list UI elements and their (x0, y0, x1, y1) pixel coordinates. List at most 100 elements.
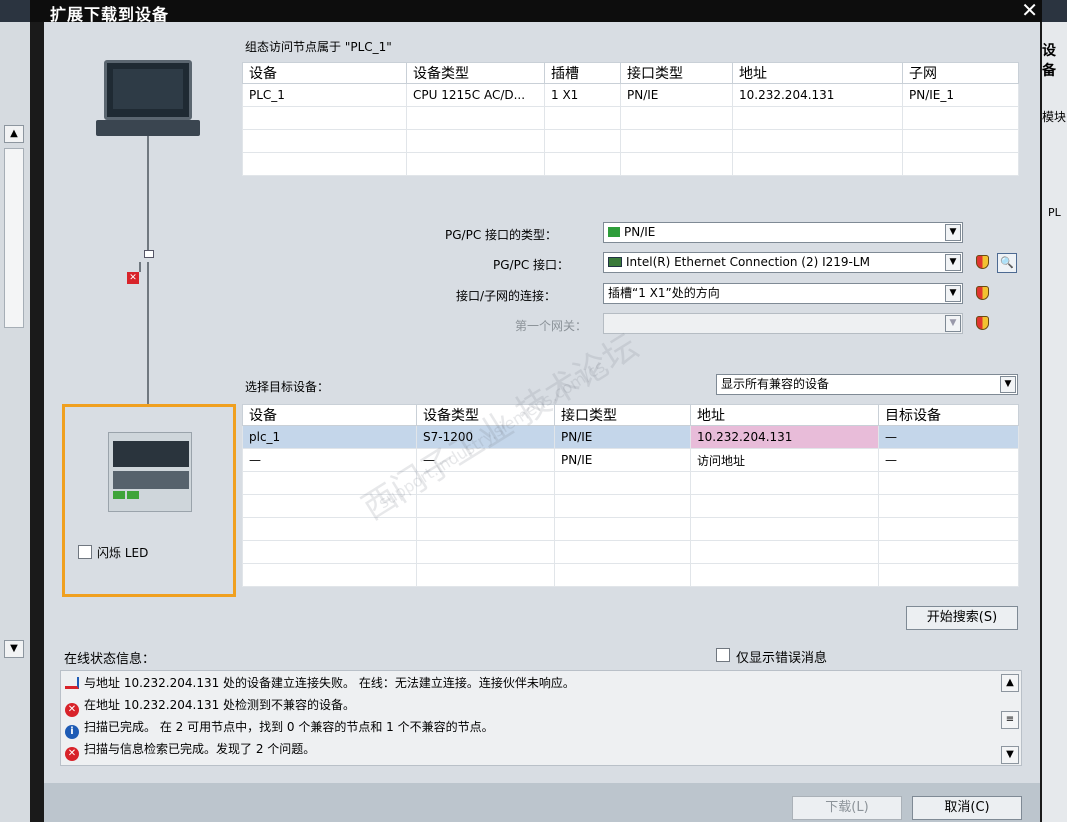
shield-icon (976, 286, 989, 300)
scroll-down-icon[interactable]: ▼ (1001, 746, 1019, 764)
column-header-device: 设备 (242, 404, 417, 426)
empty-row (242, 471, 1019, 495)
cell-interface: PN/IE (554, 425, 691, 449)
target-header: 设备 设备类型 接口类型 地址 目标设备 (242, 404, 1019, 426)
cell-interface: PN/IE (620, 83, 733, 107)
pgpc-interface-label: PG/PC 接口： (493, 258, 570, 272)
list-item: i 扫描已完成。 在 2 可用节点中，找到 0 个兼容的节点和 1 个不兼容的节点… (65, 717, 494, 739)
chevron-down-icon[interactable]: ▼ (945, 315, 961, 332)
cell-device: PLC_1 (242, 83, 407, 107)
background-scroll-up-icon: ▲ (4, 125, 24, 143)
list-item: 与地址 10.232.204.131 处的设备建立连接失败。 在线：无法建立连接… (65, 673, 575, 693)
chevron-down-icon[interactable]: ▼ (945, 285, 961, 302)
first-gateway-label: 第一个网关： (515, 319, 588, 333)
table-row[interactable]: plc_1 S7-1200 PN/IE 10.232.204.131 — (242, 425, 1019, 449)
pn-ie-icon (608, 227, 620, 237)
subnet-connection-value: 插槽“1 X1”处的方向 (608, 286, 720, 300)
network-card-icon (608, 257, 622, 267)
column-header-type: 设备类型 (416, 404, 555, 426)
background-device-label: 设备 (1042, 43, 1056, 79)
pgpc-type-label: PG/PC 接口的类型： (445, 228, 558, 242)
empty-row (242, 494, 1019, 518)
laptop-keyboard-icon (96, 120, 200, 136)
cell-interface: PN/IE (554, 448, 691, 472)
cell-target: — (878, 425, 1019, 449)
empty-row (242, 152, 1019, 176)
target-devices-table: 设备 设备类型 接口类型 地址 目标设备 plc_1 S7-1200 PN/IE… (242, 404, 1019, 587)
subnet-connection-dropdown[interactable]: 插槽“1 X1”处的方向 (603, 283, 963, 304)
cable-segment (139, 262, 141, 272)
target-filter-dropdown[interactable]: 显示所有兼容的设备 (716, 374, 1018, 395)
table-row[interactable]: PLC_1 CPU 1215C AC/D... 1 X1 PN/IE 10.23… (242, 83, 1019, 107)
status-message-text: 扫描与信息检索已完成。发现了 2 个问题。 (84, 742, 316, 756)
background-scrollbar (4, 148, 24, 328)
column-header-interface: 接口类型 (554, 404, 691, 426)
status-message-text: 在地址 10.232.204.131 处检测到不兼容的设备。 (84, 698, 356, 712)
target-caption: 选择目标设备： (245, 380, 330, 394)
load-button[interactable]: 下载(L) (792, 796, 902, 820)
status-message-list[interactable]: 与地址 10.232.204.131 处的设备建立连接失败。 在线：无法建立连接… (60, 670, 1022, 766)
config-nodes-caption: 组态访问节点属于 "PLC_1" (245, 40, 392, 54)
status-message-text: 与地址 10.232.204.131 处的设备建立连接失败。 在线：无法建立连接… (84, 676, 575, 690)
column-header-device: 设备 (242, 62, 407, 84)
config-nodes-table: 设备 设备类型 插槽 接口类型 地址 子网 PLC_1 CPU 1215C AC… (242, 62, 1019, 176)
network-error-icon (65, 677, 79, 689)
cell-slot: 1 X1 (544, 83, 621, 107)
scroll-thumb-icon[interactable]: ≡ (1001, 711, 1019, 729)
empty-row (242, 563, 1019, 587)
column-header-type: 设备类型 (406, 62, 545, 84)
diagnostics-icon[interactable]: 🔍 (997, 253, 1017, 273)
table-row[interactable]: — — PN/IE 访问地址 — (242, 448, 1019, 472)
background-pl-label: PL (1048, 206, 1061, 219)
target-filter-value: 显示所有兼容的设备 (721, 377, 830, 391)
pgpc-type-dropdown[interactable]: PN/IE (603, 222, 963, 243)
pgpc-interface-value: Intel(R) Ethernet Connection (2) I219-LM (626, 255, 870, 269)
error-icon: ✕ (65, 747, 79, 761)
empty-row (242, 517, 1019, 541)
close-icon[interactable]: ✕ (1021, 0, 1038, 22)
errors-only-label: 仅显示错误消息 (736, 651, 828, 666)
network-cable-lower (147, 262, 149, 407)
background-window-right: 设备 模块 PL (1040, 0, 1067, 822)
list-item: ✕ 在地址 10.232.204.131 处检测到不兼容的设备。 (65, 695, 356, 717)
chevron-down-icon[interactable]: ▼ (945, 224, 961, 241)
background-module-label: 模块 (1042, 110, 1067, 124)
error-icon: ✕ (65, 703, 79, 717)
cell-device: plc_1 (242, 425, 417, 449)
chevron-down-icon[interactable]: ▼ (1000, 376, 1016, 393)
pgpc-interface-dropdown[interactable]: Intel(R) Ethernet Connection (2) I219-LM (603, 252, 963, 273)
connection-error-icon: ✕ (127, 272, 139, 284)
column-header-slot: 插槽 (544, 62, 621, 84)
start-search-button[interactable]: 开始搜索(S) (906, 606, 1018, 630)
connector-icon (144, 250, 154, 258)
empty-row (242, 129, 1019, 153)
cell-type: CPU 1215C AC/D... (406, 83, 545, 107)
cell-subnet: PN/IE_1 (902, 83, 1019, 107)
flash-led-label: 闪烁 LED (97, 546, 149, 560)
cell-device: — (242, 448, 417, 472)
cancel-button[interactable]: 取消(C) (912, 796, 1022, 820)
config-nodes-header: 设备 设备类型 插槽 接口类型 地址 子网 (242, 62, 1019, 84)
scroll-up-icon[interactable]: ▲ (1001, 674, 1019, 692)
network-cable (147, 136, 149, 256)
flash-led-checkbox[interactable] (78, 545, 92, 559)
plc-device-icon (108, 432, 192, 512)
column-header-address: 地址 (690, 404, 879, 426)
first-gateway-dropdown[interactable] (603, 313, 963, 334)
subnet-connection-label: 接口/子网的连接： (456, 289, 557, 303)
pgpc-type-value: PN/IE (624, 225, 656, 239)
shield-icon (976, 255, 989, 269)
errors-only-checkbox[interactable] (716, 648, 730, 662)
pgpc-laptop-icon (104, 60, 192, 120)
empty-row (242, 106, 1019, 130)
shield-icon (976, 316, 989, 330)
info-icon: i (65, 725, 79, 739)
column-header-interface: 接口类型 (620, 62, 733, 84)
status-caption: 在线状态信息： (64, 652, 156, 667)
cell-address: 访问地址 (690, 448, 879, 472)
cell-target: — (878, 448, 1019, 472)
cell-type: S7-1200 (416, 425, 555, 449)
chevron-down-icon[interactable]: ▼ (945, 254, 961, 271)
cell-address: 10.232.204.131 (690, 425, 879, 449)
empty-row (242, 540, 1019, 564)
